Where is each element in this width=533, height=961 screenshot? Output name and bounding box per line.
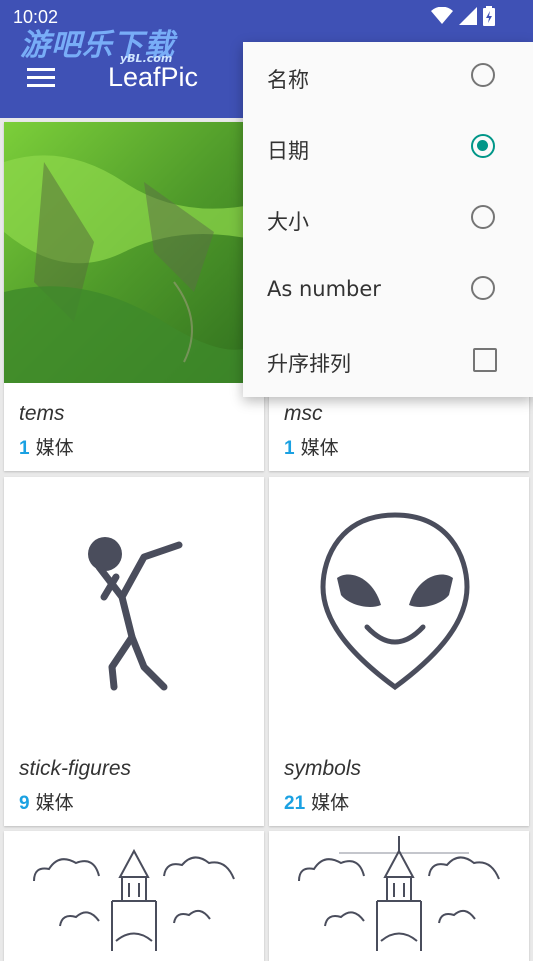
album-name: symbols — [284, 757, 362, 780]
album-count-unit: 媒体 — [311, 792, 350, 814]
sort-as-number-option[interactable]: As number — [243, 255, 533, 326]
sort-option-label: 日期 — [267, 139, 309, 163]
stick-figure-icon — [88, 537, 183, 691]
signal-icon — [459, 7, 477, 25]
radio-button[interactable] — [471, 205, 495, 229]
album-count: 9 媒体 — [19, 788, 74, 815]
radio-button[interactable] — [471, 276, 495, 300]
sort-by-date-option[interactable]: 日期 — [243, 113, 533, 184]
sort-option-label: 升序排列 — [267, 352, 351, 376]
album-card[interactable] — [4, 831, 264, 961]
album-count-number: 21 — [284, 793, 306, 814]
sort-option-label: As number — [267, 277, 381, 301]
checkbox[interactable] — [473, 348, 497, 372]
castle-clouds-drawing — [298, 836, 500, 951]
album-name: msc — [284, 402, 323, 425]
album-name: tems — [19, 402, 65, 425]
sort-by-name-option[interactable]: 名称 — [243, 42, 533, 113]
hamburger-menu-icon[interactable] — [27, 68, 55, 88]
album-count-number: 9 — [19, 793, 30, 814]
battery-icon — [483, 6, 495, 26]
castle-clouds-drawing — [33, 848, 235, 951]
sort-option-label: 名称 — [267, 68, 309, 92]
album-count: 21 媒体 — [284, 788, 349, 815]
album-name: stick-figures — [19, 757, 132, 780]
album-card[interactable]: symbols 21 媒体 — [269, 477, 529, 826]
album-count: 1 媒体 — [19, 433, 74, 460]
alien-face-icon — [320, 512, 470, 691]
album-card[interactable]: stick-figures 9 媒体 — [4, 477, 264, 826]
ascending-order-option[interactable]: 升序排列 — [243, 326, 533, 397]
radio-button-checked[interactable] — [471, 134, 495, 158]
album-card[interactable] — [269, 831, 529, 961]
album-card[interactable]: tems 1 媒体 — [4, 122, 264, 471]
album-count: 1 媒体 — [284, 433, 339, 460]
sort-option-label: 大小 — [267, 210, 309, 234]
album-count-unit: 媒体 — [35, 437, 74, 459]
app-title: LeafPic — [108, 62, 199, 92]
album-count-unit: 媒体 — [300, 437, 339, 459]
sort-by-size-option[interactable]: 大小 — [243, 184, 533, 255]
album-count-unit: 媒体 — [35, 792, 74, 814]
sort-menu: 名称 日期 大小 As number 升序排列 — [243, 42, 533, 397]
album-count-number: 1 — [19, 438, 30, 459]
green-hills-photo — [4, 122, 264, 383]
album-count-number: 1 — [284, 438, 295, 459]
wifi-icon — [431, 7, 453, 24]
radio-button[interactable] — [471, 63, 495, 87]
status-icons — [431, 6, 495, 26]
